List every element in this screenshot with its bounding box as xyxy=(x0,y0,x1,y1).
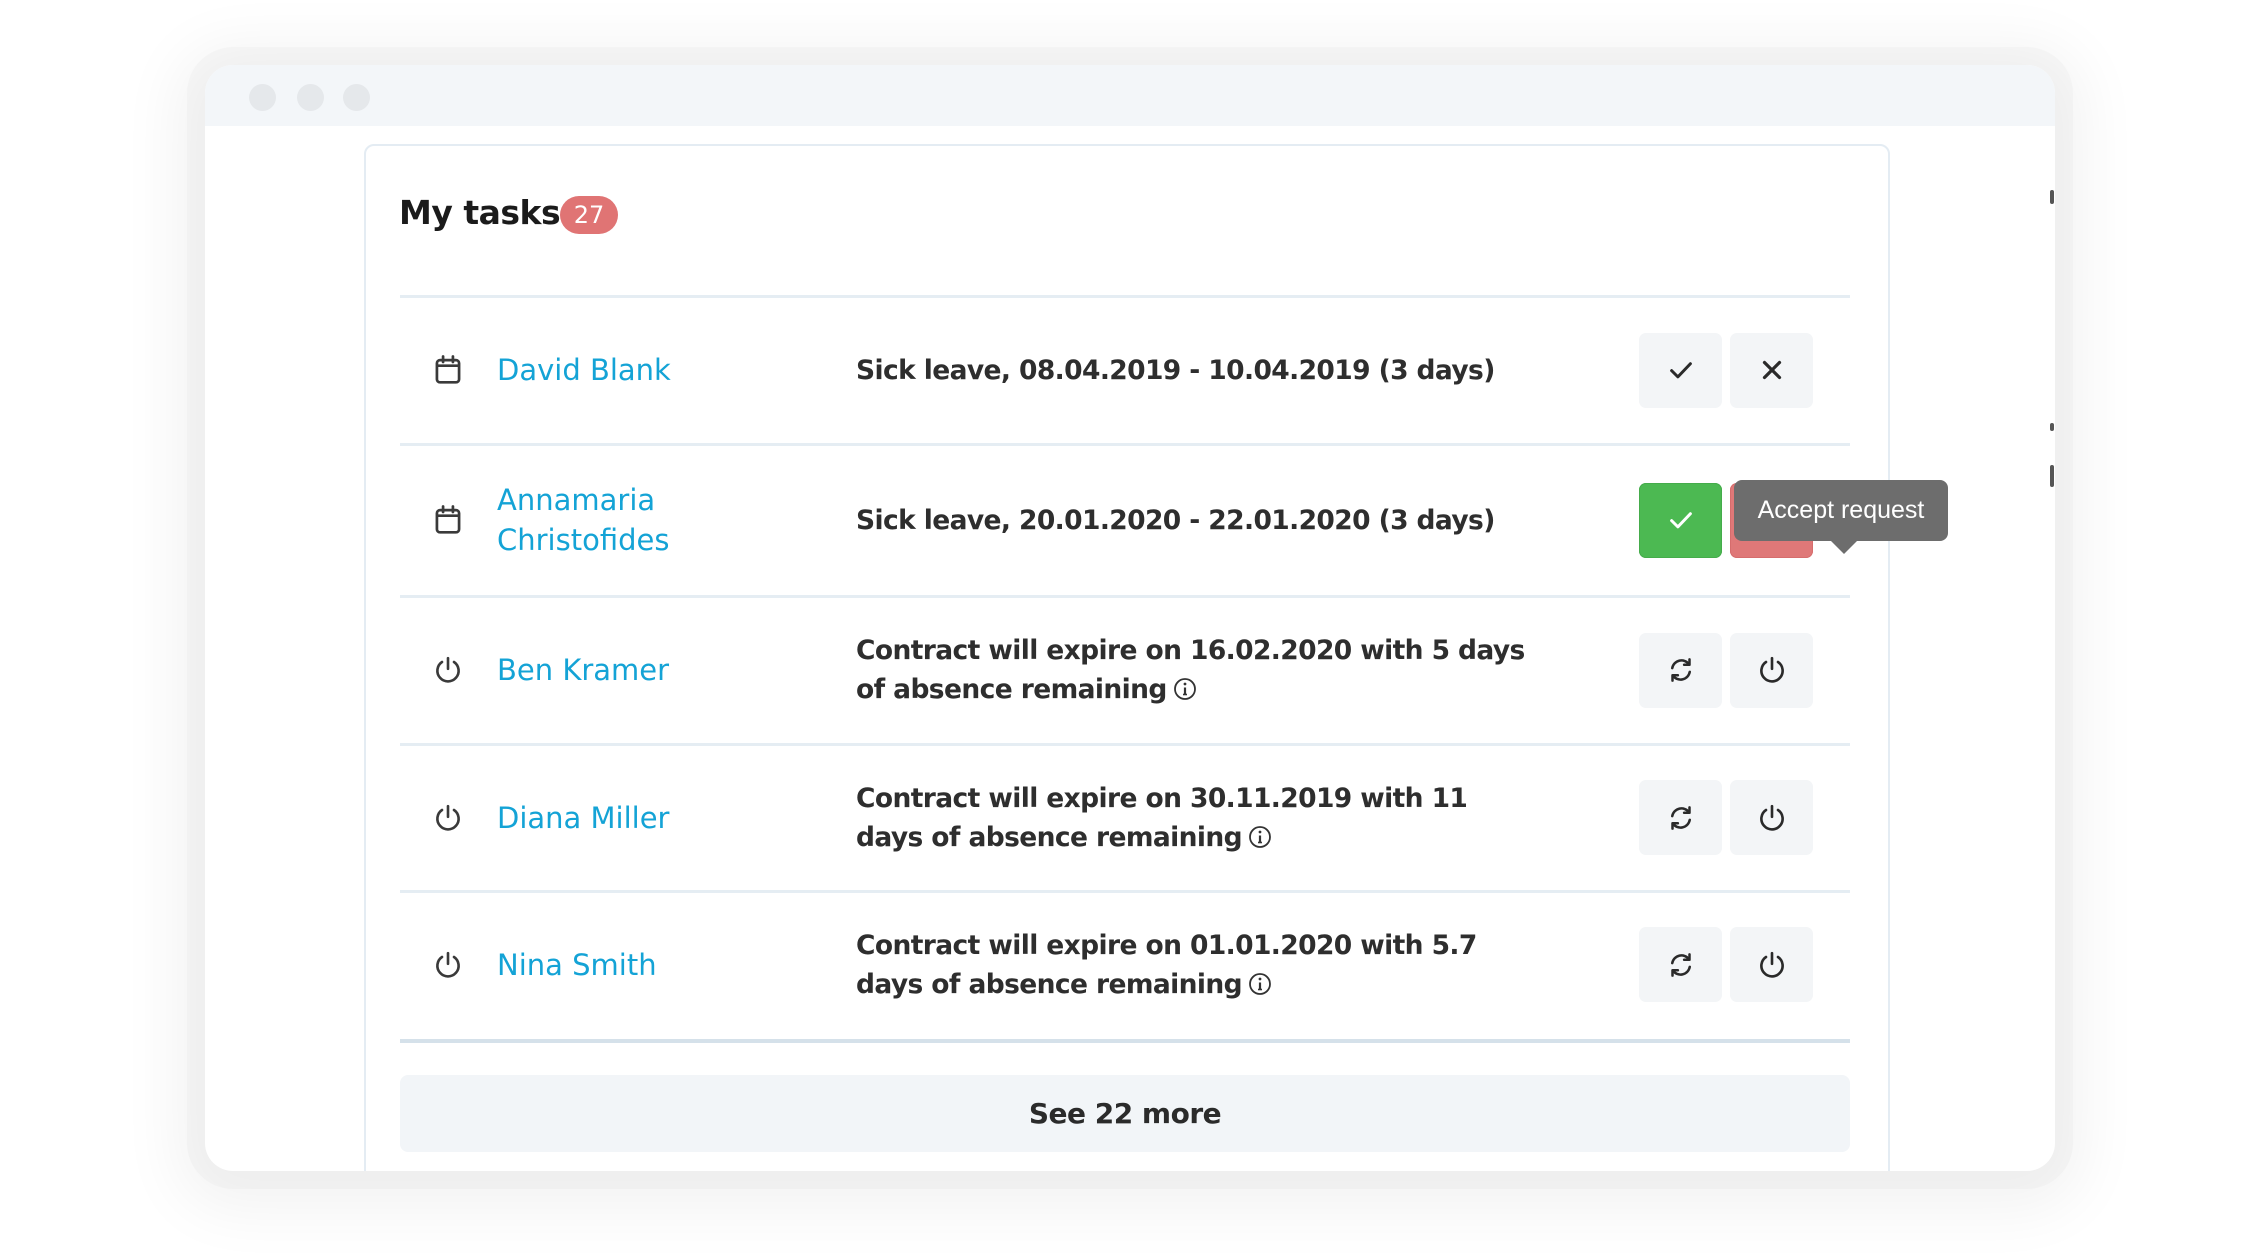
task-description: Sick leave, 08.04.2019 - 10.04.2019 (3 d… xyxy=(856,351,1536,390)
power-button[interactable] xyxy=(1730,632,1813,708)
tooltip-arrow xyxy=(1831,541,1857,554)
power-icon xyxy=(1757,803,1787,833)
task-description-text: Contract will expire on 01.01.2020 with … xyxy=(856,929,1477,1000)
power-icon xyxy=(433,654,463,686)
window-dot-minimize[interactable] xyxy=(297,84,324,111)
task-row: Annamaria Christofides Sick leave, 20.01.… xyxy=(400,445,1850,595)
tasks-card: My tasks 27 David Blank Sick leave, 08.04… xyxy=(364,144,1948,1171)
info-icon[interactable] xyxy=(1248,972,1272,996)
edge-fragment xyxy=(2050,190,2054,204)
refresh-icon xyxy=(1666,803,1696,833)
edge-fragment xyxy=(2050,465,2054,487)
power-button[interactable] xyxy=(1730,927,1813,1002)
window-titlebar xyxy=(205,65,2055,126)
power-icon xyxy=(433,802,463,834)
employee-name-link[interactable]: Ben Kramer xyxy=(497,650,757,690)
close-icon xyxy=(1757,355,1787,385)
task-description: Sick leave, 20.01.2020 - 22.01.2020 (3 d… xyxy=(856,501,1536,540)
power-icon xyxy=(433,949,463,981)
list-bottom-divider xyxy=(400,1039,1850,1043)
power-icon xyxy=(1757,655,1787,685)
info-icon[interactable] xyxy=(1248,825,1272,849)
browser-window: My tasks 27 David Blank Sick leave, 08.04… xyxy=(205,65,2055,1171)
tooltip-text: Accept request xyxy=(1757,496,1925,524)
power-button[interactable] xyxy=(1730,780,1813,855)
calendar-icon xyxy=(433,504,463,536)
task-row: Diana Miller Contract will expire on 30.1… xyxy=(400,745,1850,890)
refresh-button[interactable] xyxy=(1639,632,1722,708)
info-icon[interactable] xyxy=(1173,677,1197,701)
refresh-icon xyxy=(1666,950,1696,980)
refresh-icon xyxy=(1666,655,1696,685)
tooltip: Accept request xyxy=(1734,480,1948,554)
task-count-badge: 27 xyxy=(560,196,618,234)
employee-name-link[interactable]: David Blank xyxy=(497,350,757,390)
task-description: Contract will expire on 16.02.2020 with … xyxy=(856,631,1536,709)
refresh-button[interactable] xyxy=(1639,927,1722,1002)
see-more-button[interactable]: See 22 more xyxy=(400,1075,1850,1152)
check-icon xyxy=(1666,355,1696,385)
check-button[interactable] xyxy=(1639,332,1722,408)
employee-name-link[interactable]: Nina Smith xyxy=(497,945,757,985)
employee-name-link[interactable]: Diana Miller xyxy=(497,798,757,838)
card-title: My tasks xyxy=(399,193,561,232)
check-icon xyxy=(1666,505,1696,535)
task-row: Nina Smith Contract will expire on 01.01.… xyxy=(400,892,1850,1037)
task-row: David Blank Sick leave, 08.04.2019 - 10.0… xyxy=(400,297,1850,443)
task-description-text: Contract will expire on 30.11.2019 with … xyxy=(856,782,1468,853)
power-icon xyxy=(1757,950,1787,980)
employee-name-link[interactable]: Annamaria Christofides xyxy=(497,480,757,560)
refresh-button[interactable] xyxy=(1639,780,1722,855)
window-dot-maximize[interactable] xyxy=(343,84,370,111)
task-description-text: Sick leave, 20.01.2020 - 22.01.2020 (3 d… xyxy=(856,504,1495,536)
task-description-text: Sick leave, 08.04.2019 - 10.04.2019 (3 d… xyxy=(856,354,1495,386)
task-row: Ben Kramer Contract will expire on 16.02.… xyxy=(400,597,1850,743)
edge-fragment xyxy=(2050,423,2054,431)
task-description: Contract will expire on 01.01.2020 with … xyxy=(856,926,1536,1004)
calendar-icon xyxy=(433,354,463,386)
close-button[interactable] xyxy=(1730,332,1813,408)
check-button[interactable] xyxy=(1639,482,1722,558)
window-dot-close[interactable] xyxy=(249,84,276,111)
task-description: Contract will expire on 30.11.2019 with … xyxy=(856,779,1536,857)
